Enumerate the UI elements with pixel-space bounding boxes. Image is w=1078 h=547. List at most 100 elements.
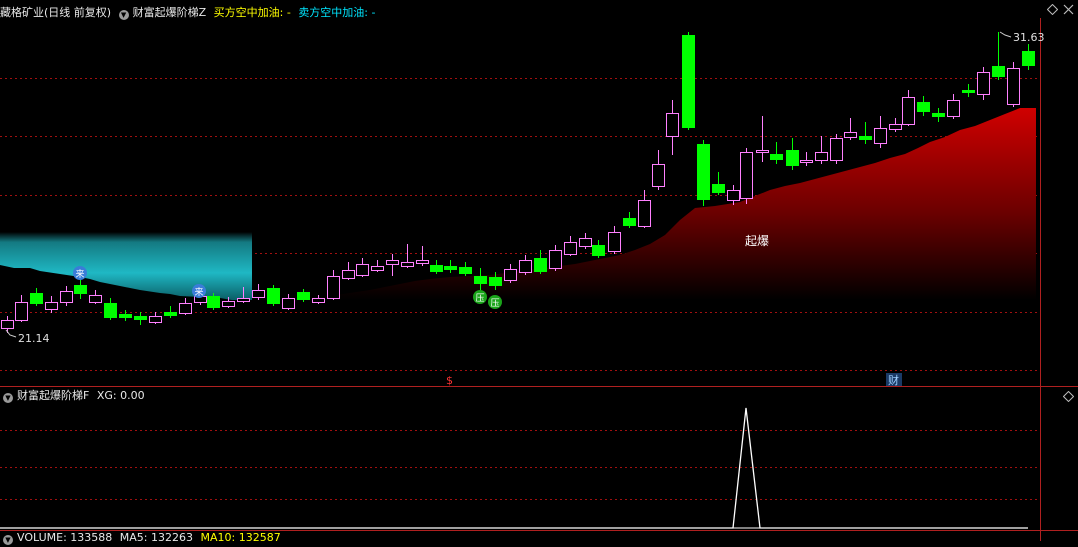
kline-chart[interactable]: 31.63 21.14 起爆 来 来 压 压 $ 财	[0, 0, 1078, 541]
candle[interactable]	[992, 32, 1005, 80]
candle[interactable]	[844, 118, 857, 140]
candle-body	[815, 152, 828, 161]
candle[interactable]	[770, 142, 783, 164]
candle-body	[564, 242, 577, 255]
chevron-down-icon[interactable]: ▼	[118, 10, 129, 20]
candle-body	[342, 270, 355, 279]
candle[interactable]	[815, 136, 828, 164]
candle[interactable]	[15, 295, 28, 322]
candle-body	[549, 250, 562, 269]
candle[interactable]	[164, 306, 177, 318]
candle-body	[917, 102, 930, 112]
candle[interactable]	[917, 96, 930, 116]
candle[interactable]	[149, 312, 162, 324]
candle[interactable]	[179, 298, 192, 315]
candle[interactable]	[119, 310, 132, 321]
candle[interactable]	[932, 108, 945, 122]
candle[interactable]	[459, 262, 472, 276]
candle[interactable]	[977, 67, 990, 100]
candle-body	[902, 97, 915, 125]
period-label[interactable]: (日线 前复权)	[44, 6, 111, 19]
main-header: 藏格矿业(日线 前复权) ▼ 财富起爆阶梯Z 买方空中加油: - 卖方空中加油: …	[0, 4, 379, 22]
candle-body	[222, 301, 235, 307]
candle[interactable]	[134, 312, 147, 325]
sub-indicator-name[interactable]: 财富起爆阶梯F	[17, 389, 89, 402]
stock-name[interactable]: 藏格矿业	[0, 6, 44, 19]
candle[interactable]	[401, 244, 414, 268]
diamond-icon[interactable]	[1047, 4, 1058, 15]
candle[interactable]	[312, 295, 325, 304]
candle[interactable]	[504, 264, 517, 283]
chevron-down-icon[interactable]: ▼	[3, 393, 13, 403]
candle-body	[623, 218, 636, 226]
close-icon[interactable]	[1063, 4, 1074, 15]
candle[interactable]	[608, 226, 621, 254]
candle[interactable]	[60, 286, 73, 306]
candle[interactable]	[1, 316, 14, 333]
candle[interactable]	[623, 212, 636, 228]
candle[interactable]	[652, 150, 665, 190]
candle[interactable]	[430, 260, 443, 274]
candle-body	[252, 290, 265, 298]
candle[interactable]	[371, 260, 384, 272]
candle[interactable]	[666, 100, 679, 155]
candle[interactable]	[267, 285, 280, 306]
candle-body	[386, 260, 399, 265]
candle[interactable]	[386, 254, 399, 276]
candle-body	[401, 262, 414, 267]
candle[interactable]	[45, 296, 58, 313]
candle[interactable]	[444, 260, 457, 273]
candle[interactable]	[342, 262, 355, 280]
indicator-name[interactable]: 财富起爆阶梯Z	[133, 6, 207, 19]
candle[interactable]	[712, 172, 725, 195]
candle[interactable]	[889, 118, 902, 132]
candle[interactable]	[962, 84, 975, 97]
candle[interactable]	[297, 289, 310, 302]
candle[interactable]	[282, 294, 295, 310]
candle-body	[297, 292, 310, 300]
candle[interactable]	[579, 233, 592, 249]
candle[interactable]	[592, 240, 605, 258]
candle[interactable]	[682, 32, 695, 130]
candle[interactable]	[519, 255, 532, 275]
candle[interactable]	[30, 288, 43, 306]
candle[interactable]	[786, 138, 799, 170]
candle[interactable]	[947, 94, 960, 119]
candle[interactable]	[252, 284, 265, 300]
candle-body	[15, 302, 28, 321]
candle-body	[638, 200, 651, 227]
candle[interactable]	[740, 148, 753, 204]
candle-body	[740, 152, 753, 199]
candle[interactable]	[1022, 44, 1035, 70]
candle-body	[666, 113, 679, 137]
candle[interactable]	[74, 279, 87, 299]
candle[interactable]	[549, 245, 562, 271]
cai-marker: 财	[888, 373, 899, 387]
candle[interactable]	[327, 270, 340, 300]
candle-body	[977, 72, 990, 95]
candle-body	[149, 316, 162, 323]
candle[interactable]	[356, 258, 369, 277]
candle[interactable]	[104, 298, 117, 320]
candle-body	[592, 245, 605, 256]
ma10-value: MA10: 132587	[200, 531, 281, 544]
candle-body	[830, 138, 843, 161]
chevron-down-icon[interactable]: ▼	[3, 535, 13, 545]
candle[interactable]	[756, 116, 769, 162]
candle[interactable]	[874, 116, 887, 148]
candle[interactable]	[727, 185, 740, 205]
candle-body	[962, 90, 975, 93]
candle[interactable]	[89, 290, 102, 304]
candle[interactable]	[564, 236, 577, 256]
diamond-icon[interactable]	[1063, 391, 1074, 402]
candle[interactable]	[1007, 62, 1020, 107]
candle-body	[874, 128, 887, 144]
candle[interactable]	[830, 134, 843, 164]
candle[interactable]	[859, 122, 872, 144]
candle[interactable]	[416, 246, 429, 266]
candle[interactable]	[800, 152, 813, 166]
candle-body	[1022, 51, 1035, 66]
candle-body	[682, 35, 695, 128]
candle[interactable]	[697, 140, 710, 206]
candle[interactable]	[902, 90, 915, 126]
